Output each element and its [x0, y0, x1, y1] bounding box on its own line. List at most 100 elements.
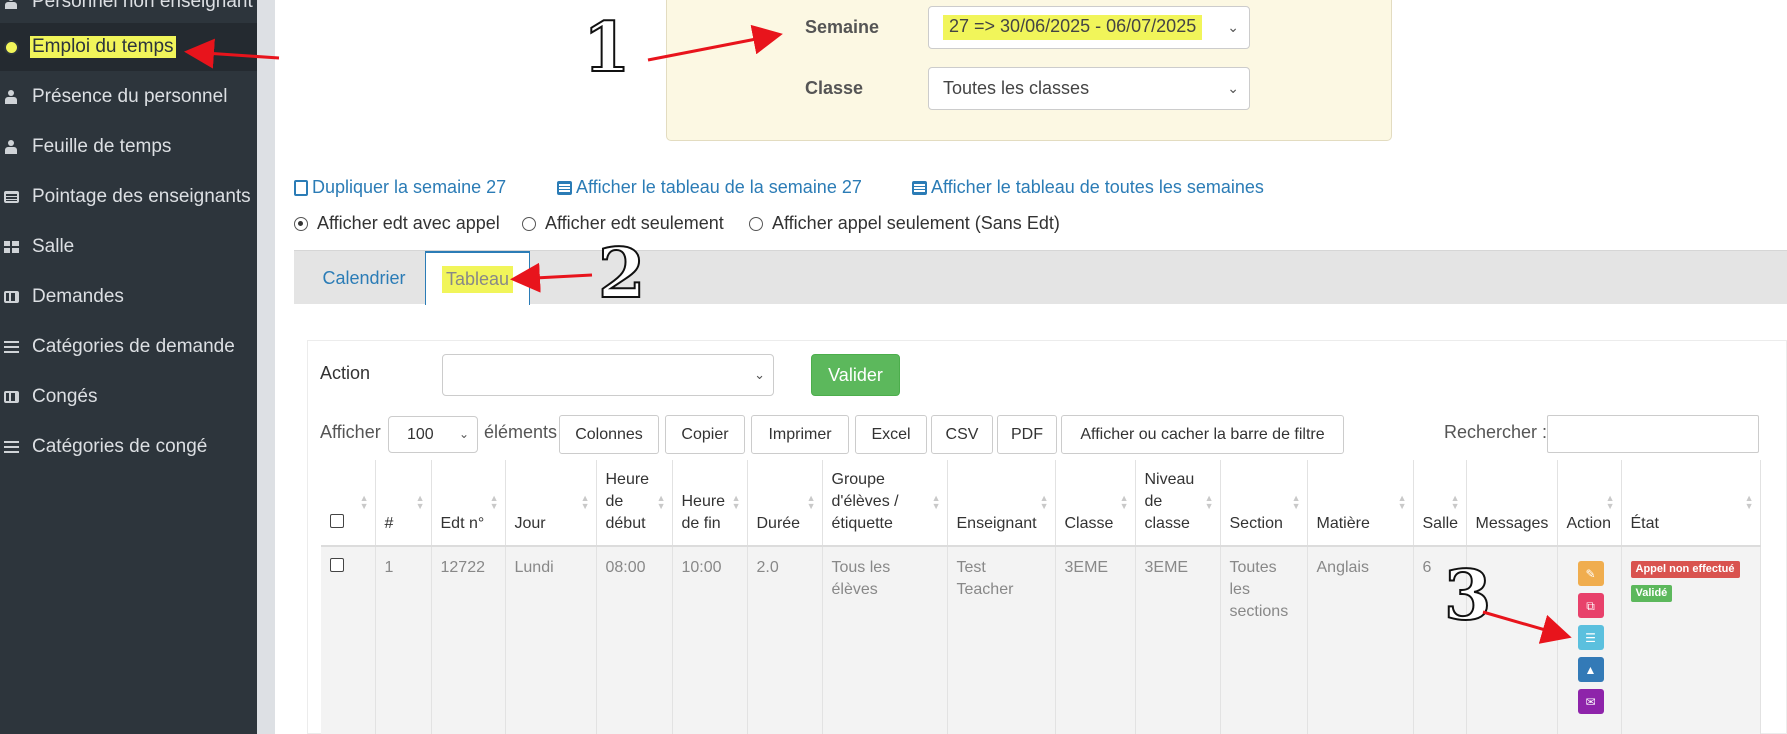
select-all-checkbox[interactable]	[330, 514, 344, 528]
excel-button[interactable]: Excel	[855, 415, 927, 454]
copy-icon	[294, 179, 308, 196]
sort-icon[interactable]: ▲ ▼	[1398, 494, 1407, 511]
sort-icon[interactable]: ▲ ▼	[1292, 494, 1301, 511]
sidebar-item-request-categories[interactable]: Catégories de demande	[0, 323, 257, 371]
sidebar-item-staff-presence[interactable]: Présence du personnel	[0, 73, 257, 121]
sort-icon[interactable]: ▲ ▼	[1040, 494, 1049, 511]
radio-edt-with-call[interactable]: Afficher edt avec appel	[294, 213, 500, 234]
show-week-table-link[interactable]: Afficher le tableau de la semaine 27	[557, 177, 862, 198]
list-icon	[3, 190, 19, 204]
sort-icon[interactable]: ▲ ▼	[732, 494, 741, 511]
column-header[interactable]: # ▲ ▼	[375, 460, 432, 547]
clock-icon	[3, 39, 19, 55]
column-header[interactable]: Enseignant ▲ ▼	[947, 460, 1056, 547]
column-header[interactable]: Jour ▲ ▼	[505, 460, 597, 547]
sort-icon[interactable]: ▲ ▼	[1606, 494, 1615, 511]
show-all-weeks-link[interactable]: Afficher le tableau de toutes les semain…	[912, 177, 1264, 198]
column-header[interactable]: État ▲ ▼	[1621, 460, 1761, 547]
sort-icon[interactable]: ▲ ▼	[490, 494, 499, 511]
sidebar-item-leaves[interactable]: Congés	[0, 373, 257, 421]
sort-icon[interactable]: ▲ ▼	[932, 494, 941, 511]
cell-class: 3EME	[1055, 546, 1136, 734]
edit-button[interactable]: ✎	[1577, 561, 1604, 586]
action-select[interactable]: ⌄	[442, 354, 774, 396]
class-select[interactable]: Toutes les classes ⌄	[928, 67, 1250, 110]
week-value: 27 => 30/06/2025 - 06/07/2025	[943, 15, 1203, 40]
grid-icon	[3, 240, 19, 254]
cell-num: 1	[375, 546, 432, 734]
validate-button[interactable]: Valider	[811, 354, 900, 396]
cell-section: Toutes les sections	[1220, 546, 1308, 734]
toggle-filter-bar-button[interactable]: Afficher ou cacher la barre de filtre	[1061, 415, 1344, 454]
sort-icon[interactable]: ▲ ▼	[1205, 494, 1214, 511]
sidebar-item-room[interactable]: Salle	[0, 223, 257, 271]
select-all-header[interactable]: ▲ ▼	[321, 460, 376, 547]
tab-calendar[interactable]: Calendrier	[314, 251, 414, 305]
radio-button[interactable]	[749, 216, 763, 231]
pdf-button[interactable]: PDF	[997, 415, 1057, 454]
row-checkbox[interactable]	[330, 558, 344, 572]
search-input[interactable]	[1547, 415, 1759, 453]
column-header[interactable]: Groupe d'élèves / étiquette ▲ ▼	[822, 460, 948, 547]
column-header[interactable]: Classe ▲ ▼	[1055, 460, 1136, 547]
column-header[interactable]: Heure de fin ▲ ▼	[672, 460, 748, 547]
radio-button[interactable]	[522, 216, 536, 231]
sort-icon[interactable]: ▲ ▼	[416, 494, 425, 511]
announce-button[interactable]: ✉	[1577, 689, 1604, 714]
column-header-label: Section	[1229, 515, 1283, 532]
radio-edt-only[interactable]: Afficher edt seulement	[522, 213, 724, 234]
sidebar-item-timesheet[interactable]: Feuille de temps	[0, 123, 257, 171]
print-button[interactable]: Imprimer	[751, 415, 849, 454]
radio-button[interactable]	[294, 216, 308, 231]
sort-icon[interactable]: ▲ ▼	[1451, 494, 1460, 511]
cell-subject: Anglais	[1307, 546, 1414, 734]
sort-icon[interactable]: ▲ ▼	[1120, 494, 1129, 511]
column-header-label: Enseignant	[956, 515, 1037, 532]
chevron-down-icon: ⌄	[1227, 80, 1239, 96]
tab-table[interactable]: Tableau	[425, 251, 530, 305]
sort-icon[interactable]: ▲ ▼	[360, 494, 369, 511]
column-header[interactable]: Durée ▲ ▼	[747, 460, 823, 547]
briefcase-icon	[3, 290, 19, 304]
sort-icon[interactable]: ▲ ▼	[581, 494, 590, 511]
sidebar-item-timetable[interactable]: Emploi du temps	[0, 23, 257, 71]
sort-icon[interactable]: ▲ ▼	[657, 494, 666, 511]
column-header[interactable]: Messages	[1466, 460, 1558, 547]
column-header[interactable]: Action ▲ ▼	[1557, 460, 1622, 547]
radio-call-only[interactable]: Afficher appel seulement (Sans Edt)	[749, 213, 1060, 234]
sort-icon[interactable]: ▲ ▼	[807, 494, 816, 511]
filter-panel: Semaine 27 => 30/06/2025 - 06/07/2025 ⌄ …	[666, 0, 1392, 141]
sidebar-item-label: Catégories de demande	[32, 336, 235, 357]
show-all-weeks-label: Afficher le tableau de toutes les semain…	[931, 177, 1264, 197]
cell-level: 3EME	[1135, 546, 1221, 734]
sidebar-item-label: Feuille de temps	[32, 136, 172, 157]
column-header[interactable]: Salle ▲ ▼	[1413, 460, 1467, 547]
column-header[interactable]: Edt n° ▲ ▼	[431, 460, 506, 547]
sidebar-item-label: Congés	[32, 386, 98, 407]
sort-icon[interactable]: ▲ ▼	[1745, 494, 1754, 511]
sidebar-item-leave-categories[interactable]: Catégories de congé	[0, 423, 257, 471]
show-week-table-label: Afficher le tableau de la semaine 27	[576, 177, 862, 197]
copy-session-button[interactable]: ⧉	[1577, 593, 1604, 618]
call-list-button[interactable]: ☰	[1577, 625, 1604, 650]
sidebar-item-label: Salle	[32, 236, 75, 257]
columns-button[interactable]: Colonnes	[559, 415, 659, 454]
column-header[interactable]: Matière ▲ ▼	[1307, 460, 1414, 547]
csv-button[interactable]: CSV	[931, 415, 993, 454]
cell-teacher: Test Teacher	[947, 546, 1056, 734]
sidebar-item-requests[interactable]: Demandes	[0, 273, 257, 321]
page-size-select[interactable]: 100 ⌄	[388, 416, 478, 453]
week-select[interactable]: 27 => 30/06/2025 - 06/07/2025 ⌄	[928, 6, 1250, 49]
column-header[interactable]: Section ▲ ▼	[1220, 460, 1308, 547]
duplicate-week-link[interactable]: Dupliquer la semaine 27	[294, 177, 506, 198]
user-upload-icon: ▲	[1584, 662, 1597, 677]
column-header-label: Niveau de classe	[1144, 471, 1195, 532]
column-header-label: Matière	[1316, 515, 1370, 532]
sidebar-item-teacher-clocking[interactable]: Pointage des enseignants	[0, 173, 257, 221]
copy-button[interactable]: Copier	[665, 415, 745, 454]
column-header[interactable]: Niveau de classe ▲ ▼	[1135, 460, 1221, 547]
timetable-table: ▲ ▼ # ▲ ▼ Edt n° ▲ ▼ Jour ▲ ▼ Heure de début ▲ ▼ …	[321, 460, 1761, 734]
user-upload-button[interactable]: ▲	[1577, 657, 1604, 682]
column-header[interactable]: Heure de début ▲ ▼	[596, 460, 673, 547]
action-label: Action	[320, 363, 371, 383]
